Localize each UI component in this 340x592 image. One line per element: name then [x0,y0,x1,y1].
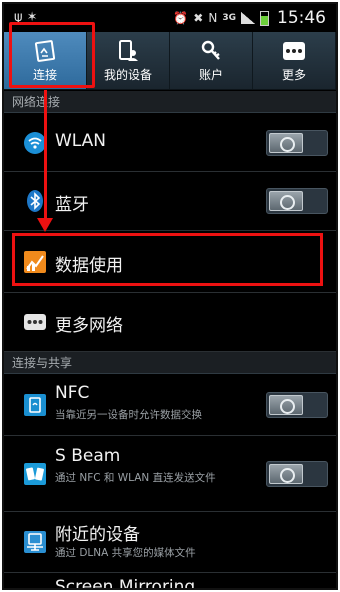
status-right-icons: ⏰ ✖ N 3G 15:46 [173,8,326,28]
tab-label: 更多 [281,68,306,82]
row-subtitle: 通过 NFC 和 WLAN 直连发送文件 [55,472,216,484]
tab-more[interactable]: 更多 [253,32,336,89]
row-subtitle: 当靠近另一设备时允许数据交换 [55,409,202,421]
clock: 15:46 [277,8,326,28]
nearby-devices-icon [24,531,46,553]
toggle-knob [269,132,303,153]
nfc-icon [24,394,46,416]
row-title: Screen Mirroring [55,577,196,590]
row-title: 蓝牙 [55,195,89,215]
setting-row-more-networks[interactable]: 更多网络 [4,293,336,352]
setting-row-bluetooth[interactable]: 蓝牙 [4,172,336,231]
row-subtitle: 通过 DLNA 共享您的媒体文件 [55,547,196,559]
tab-my-device[interactable]: 我的设备 [87,32,170,89]
toggle-knob [269,463,303,484]
phone-screen: ψ✶ ⏰ ✖ N 3G 15:46 连接 我的设备 账户 更多 网络连接 WLA… [2,2,338,590]
setting-row-nfc[interactable]: NFC 当靠近另一设备时允许数据交换 [4,375,336,436]
row-title: S Beam [55,446,121,466]
nfc-status-icon: N [208,11,218,25]
s-beam-icon [24,462,46,485]
wlan-toggle[interactable] [266,129,328,156]
setting-row-screen-mirroring[interactable]: Screen Mirroring [4,573,336,590]
bluetooth-icon [27,190,43,212]
toggle-knob [269,191,303,211]
row-title: WLAN [55,131,107,151]
alarm-icon: ⏰ [173,11,189,25]
section-header-sharing: 连接与共享 [4,352,336,374]
my-device-icon [119,40,138,61]
network-type: 3G [222,12,236,23]
row-title: 更多网络 [55,316,123,336]
more-networks-icon [24,314,46,330]
setting-row-s-beam[interactable]: S Beam 通过 NFC 和 WLAN 直连发送文件 [4,436,336,512]
setting-row-wlan[interactable]: WLAN [4,114,336,172]
s-beam-toggle[interactable] [266,460,328,487]
signal-icon [241,12,255,24]
annotation-arrow-line [44,90,47,220]
battery-icon [260,10,269,26]
tab-label: 账户 [198,68,223,82]
bluetooth-toggle[interactable] [266,188,328,214]
section-header-network: 网络连接 [4,91,336,113]
setting-row-nearby-devices[interactable]: 附近的设备 通过 DLNA 共享您的媒体文件 [4,512,336,573]
highlight-box-data-usage [12,233,323,286]
tab-accounts[interactable]: 账户 [170,32,253,89]
highlight-box-connections-tab [9,22,95,88]
annotation-arrow-head [37,218,53,232]
nfc-toggle[interactable] [266,392,328,418]
tab-label: 我的设备 [103,68,152,82]
account-key-icon [201,40,220,60]
toggle-knob [269,395,303,415]
mute-icon: ✖ [193,11,204,25]
row-title: 附近的设备 [55,525,140,545]
wifi-icon [24,131,46,154]
more-icon [283,42,305,60]
row-title: NFC [55,383,90,403]
